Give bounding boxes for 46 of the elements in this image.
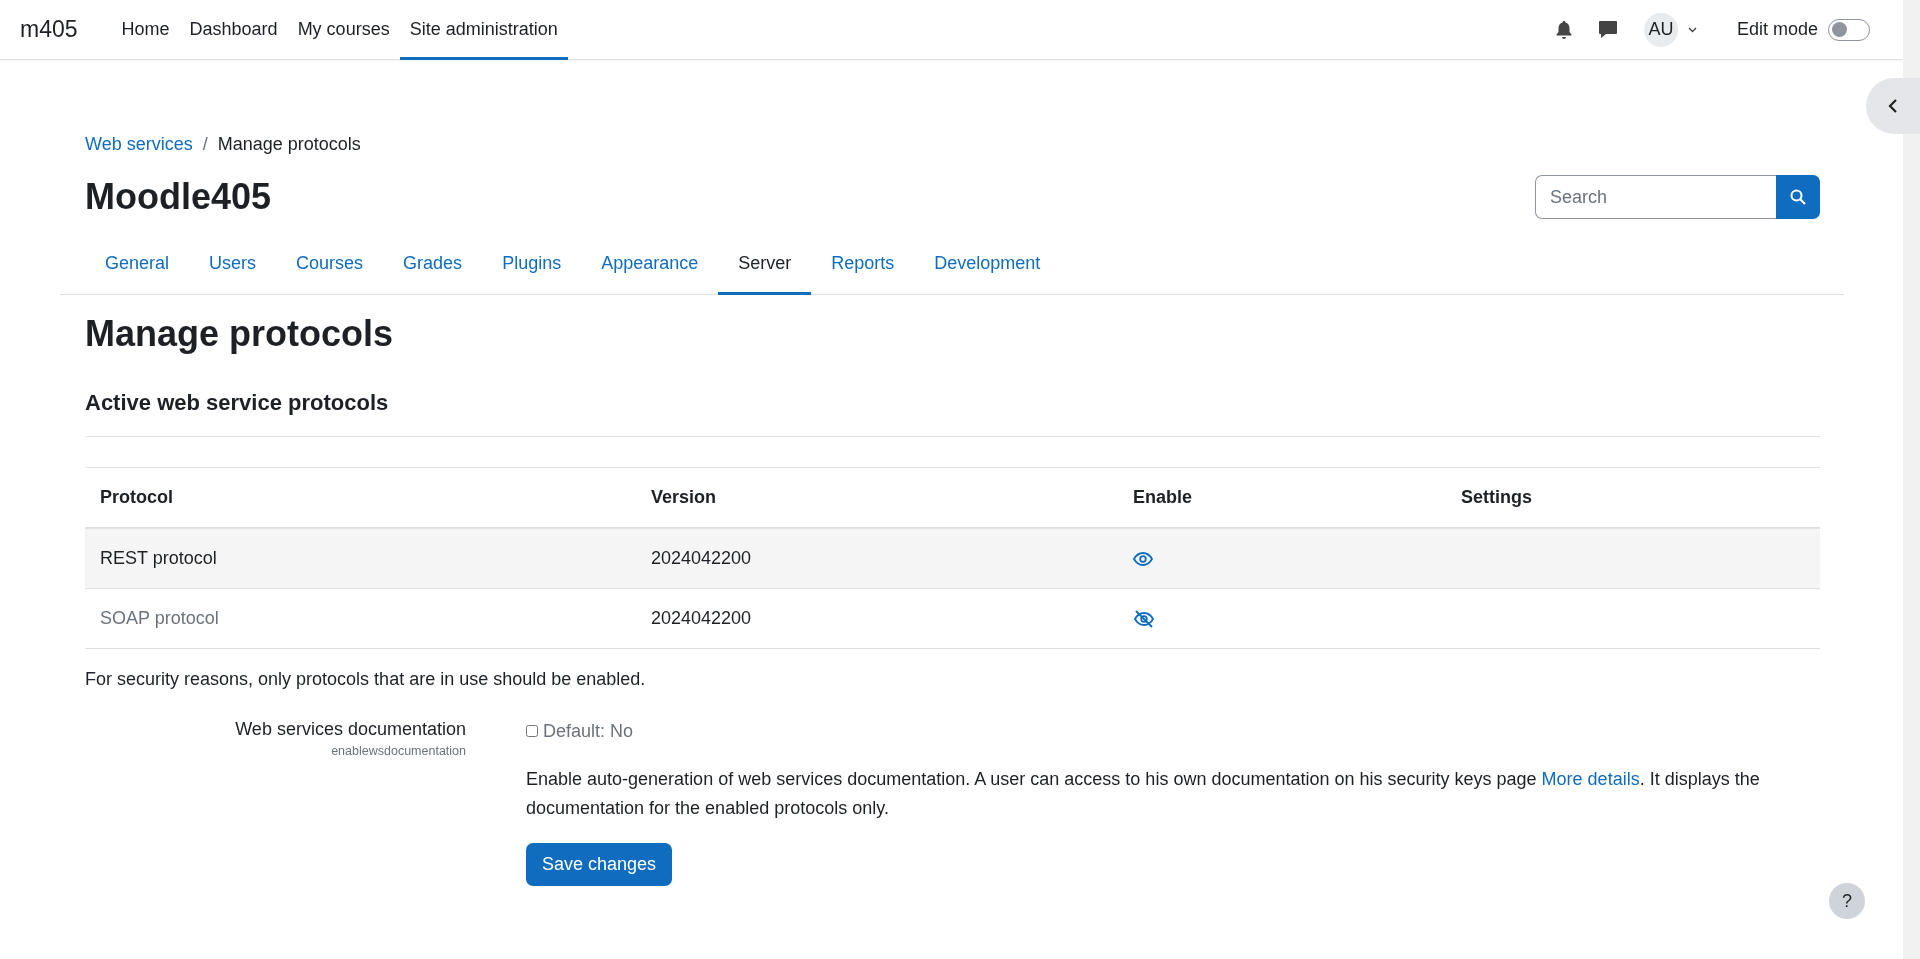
table-cell: SOAP protocol: [85, 588, 636, 649]
section-heading: Active web service protocols: [85, 390, 1820, 437]
scrollbar[interactable]: [1903, 0, 1920, 959]
default-label: Default: No: [543, 720, 634, 742]
tab[interactable]: Grades: [383, 237, 483, 295]
setting-description: Enable auto-generation of web services documentation. A user can access to his own documentation on his security keys page More details. It displays the documentation for the enabled protocols only.: [526, 768, 1761, 820]
nav-link[interactable]: My courses: [287, 0, 400, 60]
tab[interactable]: Appearance: [581, 237, 719, 295]
more-details-link[interactable]: More details: [1541, 769, 1640, 789]
table-cell: 2024042200: [636, 528, 1118, 589]
user-avatar[interactable]: AU: [1643, 12, 1678, 47]
chevron-left-icon[interactable]: [1888, 98, 1898, 114]
page-heading: Manage protocols: [85, 313, 395, 355]
eye-slash-icon[interactable]: [1133, 609, 1155, 628]
table-cell: 2024042200: [636, 588, 1118, 649]
tab[interactable]: Development: [914, 237, 1061, 295]
tab[interactable]: General: [85, 237, 190, 295]
tab[interactable]: Courses: [276, 237, 384, 295]
nav-link[interactable]: Dashboard: [179, 0, 288, 60]
edit-mode-label: Edit mode: [1736, 19, 1818, 40]
search-button[interactable]: [1776, 175, 1820, 219]
tab[interactable]: Users: [189, 237, 277, 295]
breadcrumb-link[interactable]: Web services: [85, 133, 193, 155]
chat-icon[interactable]: [1597, 20, 1618, 39]
site-title: Moodle405: [85, 176, 272, 218]
tab[interactable]: Reports: [811, 237, 915, 295]
tab[interactable]: Server: [718, 237, 812, 295]
caret-icon[interactable]: [1687, 26, 1697, 33]
nav-link[interactable]: Site administration: [399, 0, 568, 60]
search-icon: [1790, 189, 1806, 205]
search-field[interactable]: Search: [1535, 175, 1776, 219]
eye-icon[interactable]: [1133, 551, 1153, 566]
drawer-toggle-button[interactable]: [1866, 78, 1920, 134]
setting-label: Web services documentation: [235, 719, 466, 740]
help-button[interactable]: ?: [1829, 883, 1865, 919]
setting-key: enablewsdocumentation: [331, 744, 466, 758]
nav-link[interactable]: Home: [111, 0, 180, 60]
security-note: For security reasons, only protocols that are in use should be enabled.: [85, 669, 647, 690]
save-changes-button[interactable]: Save changes: [526, 842, 673, 886]
table-cell: REST protocol: [85, 528, 636, 589]
checkbox[interactable]: [526, 725, 538, 737]
breadcrumb-current: Manage protocols: [217, 133, 361, 155]
bell-icon[interactable]: [1555, 20, 1572, 39]
tab[interactable]: Plugins: [482, 237, 582, 295]
breadcrumb-separator: /: [202, 133, 208, 155]
site-brand[interactable]: m405: [20, 16, 78, 43]
